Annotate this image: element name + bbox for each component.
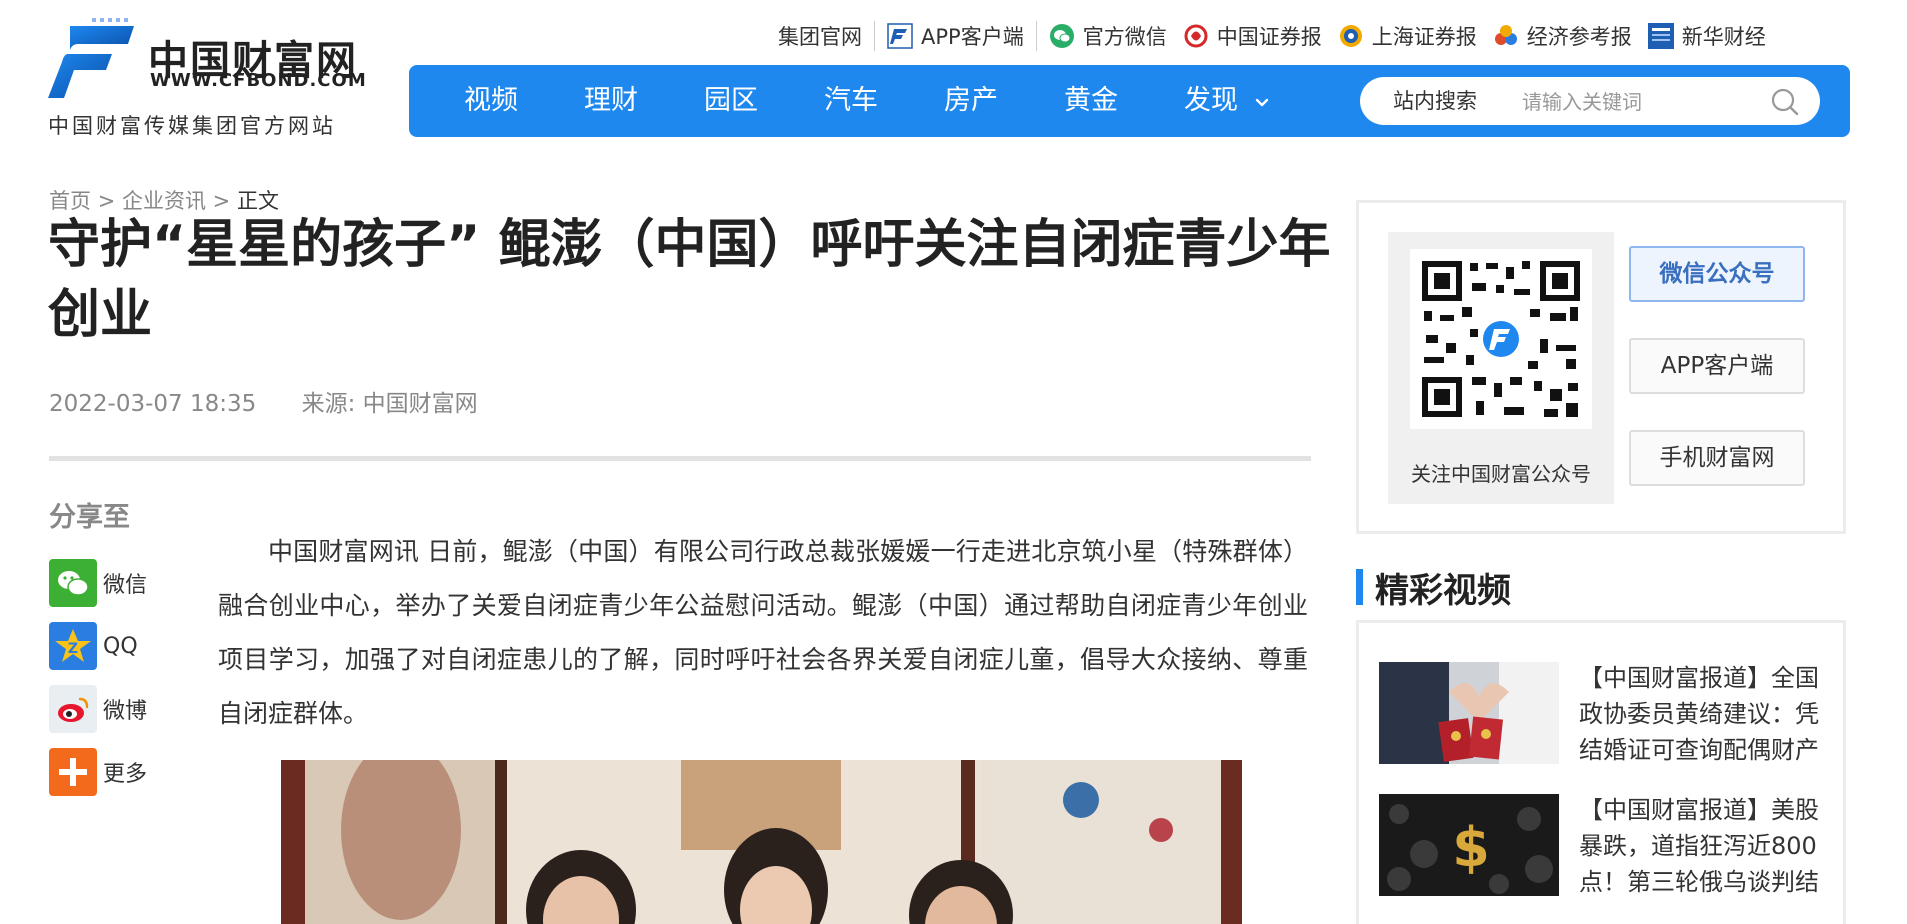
toplink-wechat[interactable]: 官方微信: [1041, 21, 1175, 51]
weibo-icon: [49, 685, 97, 733]
article-meta: 2022-03-07 18:35 来源: 中国财富网: [49, 384, 478, 418]
qr-caption: 关注中国财富公众号: [1411, 462, 1591, 486]
chevron-down-icon: [1255, 98, 1268, 106]
video-thumbnail: [1379, 662, 1559, 764]
nav-park[interactable]: 园区: [704, 65, 758, 137]
article-date: 2022-03-07 18:35: [49, 391, 257, 417]
share-wechat[interactable]: 微信: [49, 559, 147, 607]
toplink-group-site[interactable]: 集团官网: [770, 21, 870, 51]
jjckb-icon: [1494, 25, 1517, 45]
share-label: 微信: [103, 573, 148, 598]
video-title: 【中国财富报道】全国政协委员黄绮建议：凭结婚证可查询配偶财产: [1579, 664, 1819, 764]
video-panel: 【中国财富报道】全国政协委员黄绮建议：凭结婚证可查询配偶财产 $ 【中国财富报道…: [1356, 620, 1846, 924]
search-icon[interactable]: [1770, 87, 1800, 117]
share-more[interactable]: 更多: [49, 748, 147, 796]
xinhua-icon: [1647, 23, 1674, 49]
nav-discover[interactable]: 发现: [1184, 65, 1271, 137]
wechat-official-button[interactable]: 微信公众号: [1629, 246, 1805, 302]
site-search: 站内搜索: [1360, 77, 1820, 125]
toplink-label: 集团官网: [778, 25, 862, 49]
article-source: 来源: 中国财富网: [301, 391, 478, 417]
share-label: 微博: [103, 699, 148, 724]
divider: [1035, 21, 1037, 51]
toplink-label: 经济参考报: [1526, 25, 1632, 49]
wechat-icon: [1049, 24, 1074, 48]
toplink-cs-news[interactable]: 中国证券报: [1175, 21, 1330, 51]
qr-card: 关注中国财富公众号: [1388, 232, 1614, 504]
nav-discover-label: 发现: [1184, 85, 1238, 116]
toplink-label: 新华财经: [1681, 25, 1766, 49]
app-client-button[interactable]: APP客户端: [1629, 338, 1805, 394]
share-title: 分享至: [49, 502, 130, 533]
nav-auto[interactable]: 汽车: [824, 65, 878, 137]
nav-gold[interactable]: 黄金: [1064, 65, 1118, 137]
share-label: QQ: [103, 633, 138, 659]
divider: [874, 21, 875, 51]
follow-panel: 关注中国财富公众号 微信公众号 APP客户端 手机财富网: [1356, 200, 1846, 534]
header-divider: [49, 456, 1311, 461]
cs-news-icon: [1184, 24, 1208, 48]
video-title: 【中国财富报道】美股暴跌，道指狂泻近800点！第三轮俄乌谈判结: [1579, 796, 1819, 896]
toplink-xinhua[interactable]: 新华财经: [1640, 21, 1774, 51]
search-input[interactable]: [1520, 83, 1744, 121]
svg-text:$: $: [1452, 816, 1490, 879]
toplink-label: 上海证券报: [1371, 25, 1477, 49]
toplink-label: 官方微信: [1082, 25, 1167, 49]
mobile-site-button[interactable]: 手机财富网: [1629, 430, 1805, 486]
share-label: 更多: [103, 762, 148, 787]
sh-news-icon: [1339, 25, 1362, 47]
nav-finance[interactable]: 理财: [584, 65, 638, 137]
article-paragraph: 中国财富网讯 日前，鲲澎（中国）有限公司行政总裁张媛媛一行走进北京筑小星（特殊群…: [218, 537, 1308, 728]
site-logo[interactable]: 中国财富网 WWW.CFBOND.COM 中国财富传媒集团官方网站: [48, 14, 368, 138]
wechat-share-icon: [49, 559, 97, 607]
video-heading-text: 精彩视频: [1375, 570, 1511, 611]
share-weibo[interactable]: 微博: [49, 685, 147, 733]
video-section-heading: 精彩视频: [1356, 567, 1511, 611]
heading-accent-bar: [1356, 569, 1363, 605]
article-title: 守护“星星的孩子” 鲲澎（中国）呼吁关注自闭症青少年创业: [48, 215, 1331, 345]
article-photo-image: [281, 760, 1242, 924]
qr-code: [1410, 249, 1592, 429]
main-nav: 视频 理财 园区 汽车 房产 黄金 发现 站内搜索: [409, 65, 1850, 137]
qq-icon: Z: [49, 622, 97, 670]
toplink-jjckb[interactable]: 经济参考报: [1485, 21, 1640, 51]
top-links: 集团官网 APP客户端 官方微信 中国证券报 上海证券报 经济参考报 新华财经: [770, 18, 1774, 54]
cfbond-app-icon: [887, 23, 913, 49]
toplink-sh-news[interactable]: 上海证券报: [1330, 21, 1485, 51]
toplink-app[interactable]: APP客户端: [879, 21, 1032, 51]
toplink-label: 中国证券报: [1216, 25, 1322, 49]
video-item[interactable]: 【中国财富报道】全国政协委员黄绮建议：凭结婚证可查询配偶财产: [1379, 662, 1829, 766]
article-photo: [281, 760, 1242, 924]
nav-video[interactable]: 视频: [464, 65, 518, 137]
cfbond-logo-icon: [48, 18, 134, 98]
nav-realestate[interactable]: 房产: [944, 65, 998, 137]
logo-slogan: 中国财富传媒集团官方网站: [48, 114, 336, 138]
search-label: 站内搜索: [1393, 89, 1477, 113]
svg-text:Z: Z: [68, 641, 78, 657]
video-item[interactable]: $ 【中国财富报道】美股暴跌，道指狂泻近800点！第三轮俄乌谈判结: [1379, 794, 1829, 898]
share-qq[interactable]: Z QQ: [49, 622, 138, 670]
toplink-label: APP客户端: [921, 25, 1024, 49]
logo-url: WWW.CFBOND.COM: [150, 70, 367, 91]
qr-code-image: [1410, 249, 1592, 429]
plus-icon: [49, 748, 97, 796]
video-thumbnail: $: [1379, 794, 1559, 896]
